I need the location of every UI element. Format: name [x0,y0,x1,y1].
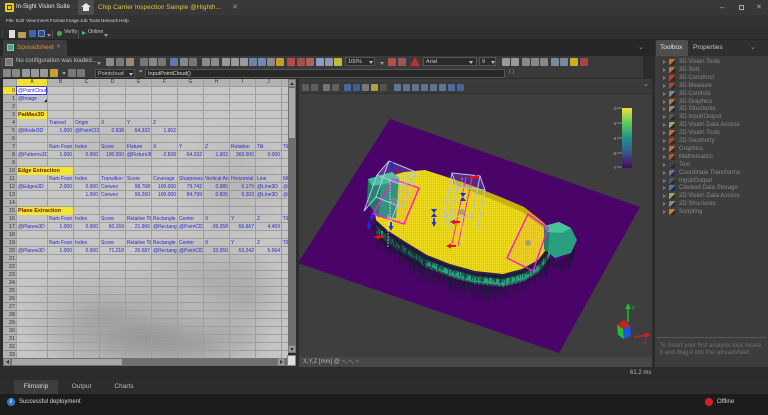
svg-text:Y: Y [631,306,635,312]
svg-text:-6: -6 [612,151,616,156]
svg-text:-4: -4 [612,136,616,141]
svg-text:X: X [643,340,647,346]
svg-text:-2: -2 [612,121,616,126]
svg-text:-7: -7 [612,165,616,170]
